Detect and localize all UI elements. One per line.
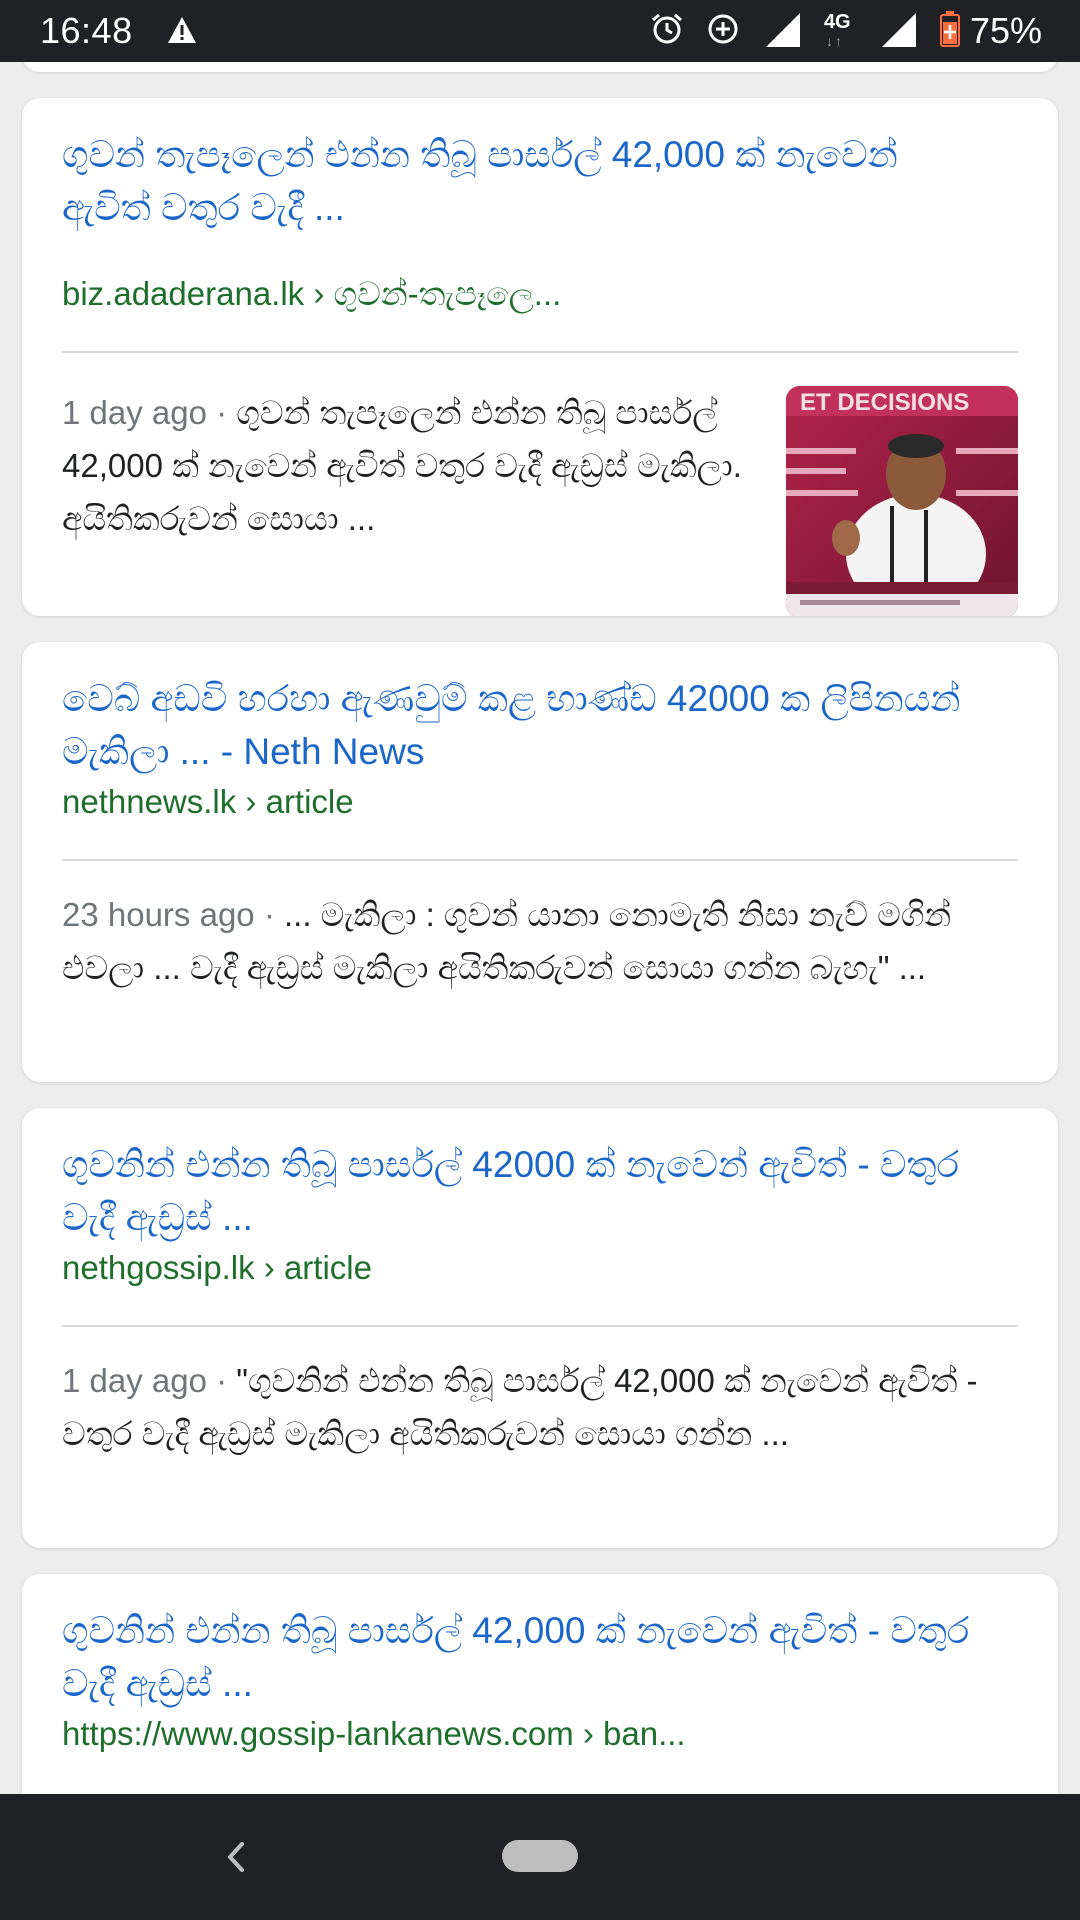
snippet-separator: · xyxy=(206,394,237,431)
result-title-link[interactable]: ගුවනින් එන්න තිබූ පාර්සල් 42000 ක් නැවෙන… xyxy=(62,1138,982,1244)
snippet-separator: · xyxy=(206,1362,237,1399)
back-icon[interactable] xyxy=(216,1832,252,1882)
alarm-icon xyxy=(650,12,684,50)
wifi-signal-icon xyxy=(762,9,802,53)
warning-icon xyxy=(167,16,197,48)
result-card[interactable]: ගුවන් තැපෑලෙන් එන්න තිබූ පාර්සල් 42,000 … xyxy=(22,98,1058,616)
result-url[interactable]: nethgossip.lk › article xyxy=(62,1248,1018,1288)
home-pill-icon[interactable] xyxy=(502,1840,578,1872)
status-icons: 4G ↓↑ 75% xyxy=(650,8,1042,54)
data-arrows-icon: ↓↑ xyxy=(825,33,844,49)
result-divider xyxy=(62,859,1018,861)
status-time: 16:48 xyxy=(40,10,133,51)
result-date: 23 hours ago xyxy=(62,896,255,933)
search-results[interactable]: ගුවන් තැපෑලෙන් එන්න තිබූ පාර්සල් 42,000 … xyxy=(0,62,1080,1794)
status-bar: 16:48 4G ↓↑ 75% xyxy=(0,0,1080,62)
result-date: 1 day ago xyxy=(62,394,207,431)
result-title-link[interactable]: ගුවනින් එන්න තිබූ පාර්සල් 42,000 ක් නැවෙ… xyxy=(62,1604,982,1710)
previous-result-card xyxy=(22,62,1058,72)
snippet-separator: · xyxy=(254,896,284,933)
result-title-link[interactable]: ගුවන් තැපෑලෙන් එන්න තිබූ පාර්සල් 42,000 … xyxy=(62,128,982,234)
result-snippet: 1 day ago · "ගුවනින් එන්න තිබූ පාර්සල් 4… xyxy=(62,1354,1022,1460)
result-snippet: 23 hours ago · ... මැකිලා : ගුවන් යානා න… xyxy=(62,888,1022,994)
result-card[interactable]: ගුවනින් එන්න තිබූ පාර්සල් 42000 ක් නැවෙන… xyxy=(22,1108,1058,1548)
result-divider xyxy=(62,351,1018,353)
thumbnail-banner-text: ET DECISIONS xyxy=(800,389,969,416)
network-type: 4G ↓↑ xyxy=(824,11,856,51)
result-title-link[interactable]: වෙබ් අඩවි හරහා ඇණවුම් කළ භාණ්ඩ 42000 ක ල… xyxy=(62,672,1022,778)
cell-signal-icon xyxy=(878,9,918,53)
result-card[interactable]: ගුවනින් එන්න තිබූ පාර්සල් 42,000 ක් නැවෙ… xyxy=(22,1574,1058,1794)
battery-percent: 75% xyxy=(969,10,1042,51)
navigation-bar xyxy=(0,1794,1080,1920)
result-divider xyxy=(62,1325,1018,1327)
result-thumbnail[interactable]: ET DECISIONS xyxy=(786,386,1018,616)
battery-icon xyxy=(939,11,960,51)
data-saver-icon xyxy=(706,12,740,50)
result-url[interactable]: https://www.gossip-lankanews.com › ban..… xyxy=(62,1714,1018,1754)
network-label: 4G xyxy=(823,11,851,33)
result-date: 1 day ago xyxy=(62,1362,207,1399)
result-url[interactable]: nethnews.lk › article xyxy=(62,782,1018,822)
result-card[interactable]: වෙබ් අඩවි හරහා ඇණවුම් කළ භාණ්ඩ 42000 ක ල… xyxy=(22,642,1058,1082)
result-snippet: 1 day ago · ගුවන් තැපෑලෙන් එන්න තිබූ පාර… xyxy=(62,386,742,545)
result-url[interactable]: biz.adaderana.lk › ගුවන්-තැපෑලෙ... xyxy=(62,274,1018,314)
